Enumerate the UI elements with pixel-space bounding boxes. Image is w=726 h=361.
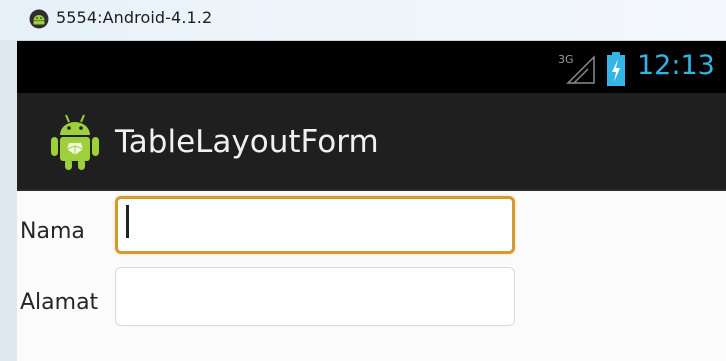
emulator-frame [0, 40, 17, 361]
window-title: 5554:Android-4.1.2 [56, 8, 213, 27]
table-layout-form: Nama Alamat [17, 191, 726, 361]
device-screen: 3G 12:13 TableLayoutForm Nama Alamat [17, 41, 726, 361]
android-emulator-icon [29, 9, 49, 29]
android-app-icon [51, 114, 99, 170]
battery-charging-icon [607, 52, 625, 86]
signal-3g-icon: 3G [558, 53, 595, 84]
status-bar: 3G 12:13 [17, 41, 726, 93]
action-bar: TableLayoutForm [17, 93, 726, 191]
app-title: TableLayoutForm [115, 124, 379, 160]
emulator-title-bar: 5554:Android-4.1.2 [0, 0, 726, 41]
status-clock: 12:13 [637, 50, 715, 81]
nama-label: Nama [20, 219, 85, 244]
alamat-input[interactable] [115, 267, 515, 326]
nama-input[interactable] [115, 196, 515, 254]
network-type-text: 3G [558, 53, 574, 66]
alamat-label: Alamat [20, 290, 99, 315]
text-cursor [126, 205, 129, 238]
